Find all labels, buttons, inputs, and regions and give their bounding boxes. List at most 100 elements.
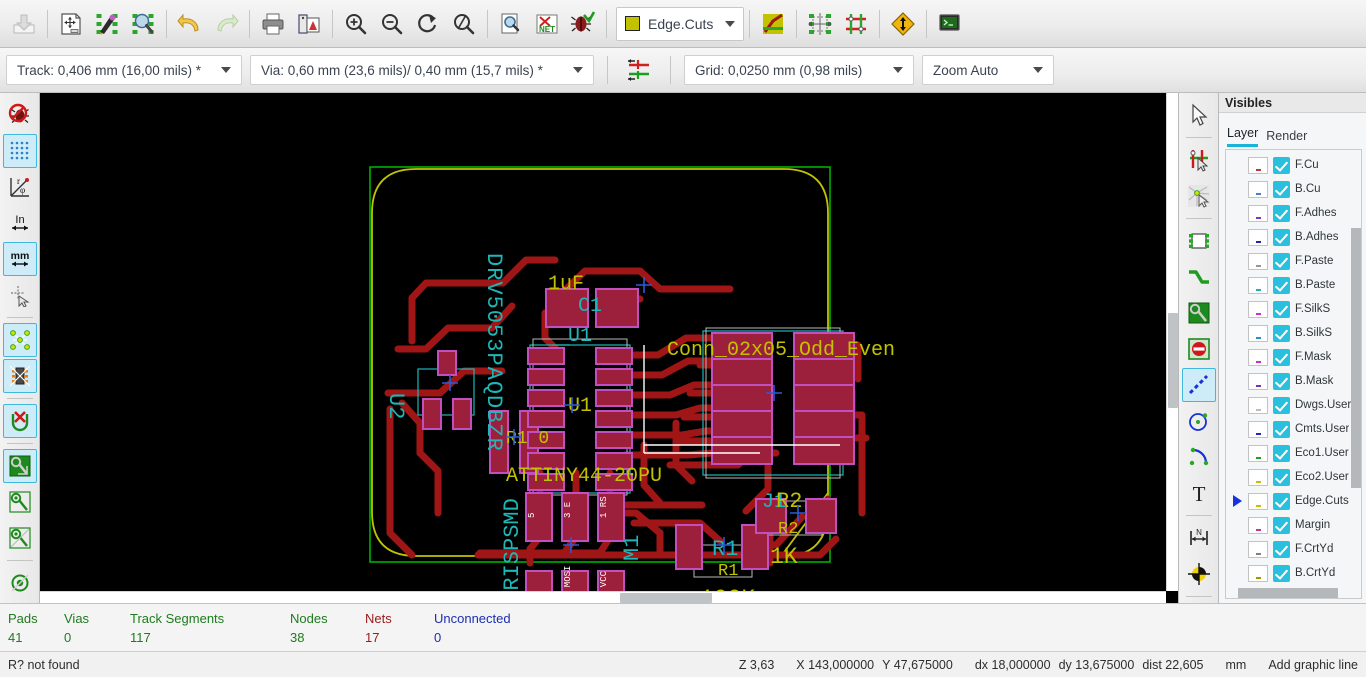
layer-color-swatch[interactable] bbox=[1248, 469, 1268, 486]
layer-visibility-checkbox[interactable] bbox=[1273, 541, 1290, 558]
chevron-down-icon[interactable] bbox=[889, 65, 907, 75]
layers-vertical-scrollbar[interactable] bbox=[1351, 150, 1361, 588]
layer-color-swatch[interactable] bbox=[1248, 541, 1268, 558]
layer-row-b-crtyd[interactable]: B.CrtYd bbox=[1226, 561, 1351, 585]
open-footprint-viewer-icon[interactable] bbox=[125, 5, 161, 43]
layer-row-b-mask[interactable]: B.Mask bbox=[1226, 369, 1351, 393]
layer-color-swatch[interactable] bbox=[1248, 349, 1268, 366]
set-origin-icon[interactable] bbox=[1182, 557, 1216, 591]
show-zone-outline-icon[interactable] bbox=[3, 485, 37, 519]
canvas-horizontal-scrollbar[interactable] bbox=[40, 591, 1166, 603]
hidden-tracks-icon[interactable] bbox=[838, 5, 874, 43]
scrollbar-thumb[interactable] bbox=[1238, 588, 1338, 598]
local-ratsnest-icon[interactable] bbox=[1182, 179, 1216, 213]
undo-icon[interactable] bbox=[172, 5, 208, 43]
layer-visibility-checkbox[interactable] bbox=[1273, 253, 1290, 270]
show-ratsnest-icon[interactable] bbox=[3, 323, 37, 357]
layer-color-swatch[interactable] bbox=[1248, 157, 1268, 174]
layer-row-f-mask[interactable]: F.Mask bbox=[1226, 345, 1351, 369]
select-tool-icon[interactable] bbox=[1182, 98, 1216, 132]
add-zone-icon[interactable] bbox=[1182, 296, 1216, 330]
layer-visibility-checkbox[interactable] bbox=[1273, 493, 1290, 510]
layer-row-f-silks[interactable]: F.SilkS bbox=[1226, 297, 1351, 321]
layer-visibility-checkbox[interactable] bbox=[1273, 397, 1290, 414]
no-auto-delete-track-icon[interactable] bbox=[3, 404, 37, 438]
layer-row-dwgs-user[interactable]: Dwgs.User bbox=[1226, 393, 1351, 417]
layer-visibility-checkbox[interactable] bbox=[1273, 181, 1290, 198]
mode-track-icon[interactable] bbox=[755, 5, 791, 43]
find-icon[interactable] bbox=[493, 5, 529, 43]
chevron-down-icon[interactable] bbox=[569, 65, 587, 75]
pcb-canvas-area[interactable]: DRV5053PAQDBZR U2 1uF C1 U1 U1 ATTINY44-… bbox=[40, 93, 1178, 603]
scripting-console-icon[interactable] bbox=[932, 5, 968, 43]
layer-color-swatch[interactable] bbox=[1248, 397, 1268, 414]
layer-visibility-checkbox[interactable] bbox=[1273, 517, 1290, 534]
save-board-icon[interactable] bbox=[6, 5, 42, 43]
layer-visibility-checkbox[interactable] bbox=[1273, 445, 1290, 462]
layer-visibility-checkbox[interactable] bbox=[1273, 229, 1290, 246]
netlist-icon[interactable]: NET bbox=[529, 5, 565, 43]
high-contrast-icon[interactable] bbox=[885, 5, 921, 43]
polar-coords-icon[interactable]: r φ bbox=[3, 170, 37, 204]
units-inches-icon[interactable]: In bbox=[3, 206, 37, 240]
add-footprint-icon[interactable] bbox=[1182, 224, 1216, 258]
add-graphic-circle-icon[interactable] bbox=[1182, 404, 1216, 438]
layer-row-eco2-user[interactable]: Eco2.User bbox=[1226, 465, 1351, 489]
scrollbar-thumb[interactable] bbox=[1351, 228, 1361, 488]
layer-row-cmts-user[interactable]: Cmts.User bbox=[1226, 417, 1351, 441]
drc-errors-off-icon[interactable] bbox=[3, 98, 37, 132]
cursor-shape-icon[interactable] bbox=[3, 278, 37, 312]
layer-row-f-paste[interactable]: F.Paste bbox=[1226, 249, 1351, 273]
layer-color-swatch[interactable] bbox=[1248, 445, 1268, 462]
show-ratsnest-icon[interactable] bbox=[802, 5, 838, 43]
add-graphic-arc-icon[interactable] bbox=[1182, 440, 1216, 474]
chevron-down-icon[interactable] bbox=[725, 21, 735, 27]
layer-color-swatch[interactable] bbox=[1248, 277, 1268, 294]
layer-color-swatch[interactable] bbox=[1248, 421, 1268, 438]
layer-visibility-checkbox[interactable] bbox=[1273, 349, 1290, 366]
zoom-in-icon[interactable] bbox=[338, 5, 374, 43]
layer-visibility-checkbox[interactable] bbox=[1273, 205, 1290, 222]
layer-color-swatch[interactable] bbox=[1248, 373, 1268, 390]
layer-row-b-cu[interactable]: B.Cu bbox=[1226, 177, 1351, 201]
layer-row-edge-cuts[interactable]: Edge.Cuts bbox=[1226, 489, 1351, 513]
scrollbar-thumb[interactable] bbox=[620, 593, 712, 603]
layer-row-f-adhes[interactable]: F.Adhes bbox=[1226, 201, 1351, 225]
redo-icon[interactable] bbox=[208, 5, 244, 43]
layer-visibility-checkbox[interactable] bbox=[1273, 325, 1290, 342]
track-width-selector[interactable]: Track: 0,406 mm (16,00 mils) * bbox=[6, 55, 242, 85]
layer-visibility-checkbox[interactable] bbox=[1273, 157, 1290, 174]
highlight-net-icon[interactable] bbox=[1182, 143, 1216, 177]
chevron-down-icon[interactable] bbox=[217, 65, 235, 75]
canvas-vertical-scrollbar[interactable] bbox=[1166, 93, 1178, 591]
auto-track-width-icon[interactable] bbox=[621, 51, 657, 89]
layer-color-swatch[interactable] bbox=[1248, 301, 1268, 318]
print-board-icon[interactable] bbox=[255, 5, 291, 43]
layer-row-b-paste[interactable]: B.Paste bbox=[1226, 273, 1351, 297]
layer-color-swatch[interactable] bbox=[1248, 565, 1268, 582]
layer-color-swatch[interactable] bbox=[1248, 517, 1268, 534]
add-graphic-line-icon[interactable] bbox=[1182, 368, 1216, 402]
layer-visibility-checkbox[interactable] bbox=[1273, 373, 1290, 390]
active-layer-selector[interactable]: Edge.Cuts bbox=[616, 7, 744, 41]
drc-icon[interactable] bbox=[565, 5, 601, 43]
show-zone-filled-icon[interactable] bbox=[3, 449, 37, 483]
layer-row-margin[interactable]: Margin bbox=[1226, 513, 1351, 537]
layer-color-swatch[interactable] bbox=[1248, 493, 1268, 510]
plot-icon[interactable] bbox=[291, 5, 327, 43]
layer-color-swatch[interactable] bbox=[1248, 325, 1268, 342]
layer-color-swatch[interactable] bbox=[1248, 229, 1268, 246]
show-zone-unfilled-icon[interactable] bbox=[3, 521, 37, 555]
show-grid-icon[interactable] bbox=[3, 134, 37, 168]
scrollbar-thumb[interactable] bbox=[1168, 313, 1178, 408]
show-module-ratsnest-icon[interactable] bbox=[3, 359, 37, 393]
layer-visibility-checkbox[interactable] bbox=[1273, 421, 1290, 438]
layer-row-eco1-user[interactable]: Eco1.User bbox=[1226, 441, 1351, 465]
via-size-selector[interactable]: Via: 0,60 mm (23,6 mils)/ 0,40 mm (15,7 … bbox=[250, 55, 594, 85]
tab-layer[interactable]: Layer bbox=[1227, 126, 1258, 147]
layer-color-swatch[interactable] bbox=[1248, 205, 1268, 222]
page-settings-icon[interactable] bbox=[53, 5, 89, 43]
layer-visibility-checkbox[interactable] bbox=[1273, 277, 1290, 294]
layer-row-f-crtyd[interactable]: F.CrtYd bbox=[1226, 537, 1351, 561]
add-track-icon[interactable] bbox=[1182, 260, 1216, 294]
